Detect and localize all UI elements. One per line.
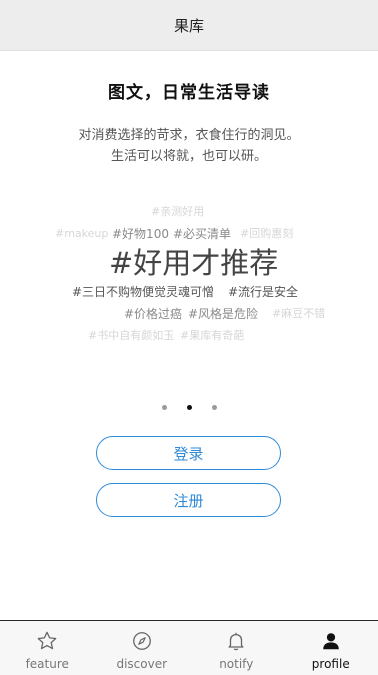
tag-item: #流行是安全 [228,286,298,298]
app-title: 果库 [174,15,204,36]
compass-icon [131,630,153,652]
tag-item: #必买清单 [173,228,231,240]
tag-item: #makeup [55,228,108,239]
tag-item: #麻豆不错 [272,308,325,319]
carousel-dot[interactable] [212,405,217,410]
login-button[interactable]: 登录 [96,436,281,470]
tag-item: #亲测好用 [151,206,204,217]
tag-item: #书中自有颜如玉 [88,330,174,341]
bell-icon [225,630,247,652]
tag-item: #风格是危险 [188,308,258,320]
tag-item: #好物100 [112,228,169,240]
tag-item: #价格过癌 [124,308,182,320]
carousel-indicator [0,405,378,410]
tag-item: #果库有奇葩 [180,330,244,341]
tab-feature[interactable]: feature [0,621,95,675]
tag-highlight: #好用才推荐 [109,249,278,278]
carousel-dot-active[interactable] [187,405,192,410]
register-button[interactable]: 注册 [96,483,281,517]
tab-label: notify [219,657,253,671]
star-icon [36,630,58,652]
tab-label: discover [116,657,167,671]
tab-label: feature [26,657,69,671]
tab-profile[interactable]: profile [284,621,378,675]
user-icon [320,630,342,652]
tab-bar: feature discover notify profile [0,620,378,675]
tag-item: #回购惠刻 [240,228,293,239]
app-header: 果库 [0,0,378,51]
tab-discover[interactable]: discover [95,621,190,675]
intro-headline: 图文，日常生活导读 [0,78,378,103]
carousel-dot[interactable] [162,405,167,410]
tag-item: #三日不购物便觉灵魂可憎 [72,286,214,298]
tab-label: profile [312,657,350,671]
intro-line-2: 生活可以将就，也可以研。 [0,145,378,164]
intro-line-1: 对消费选择的苛求，衣食住行的洞见。 [0,124,378,143]
tab-notify[interactable]: notify [189,621,284,675]
